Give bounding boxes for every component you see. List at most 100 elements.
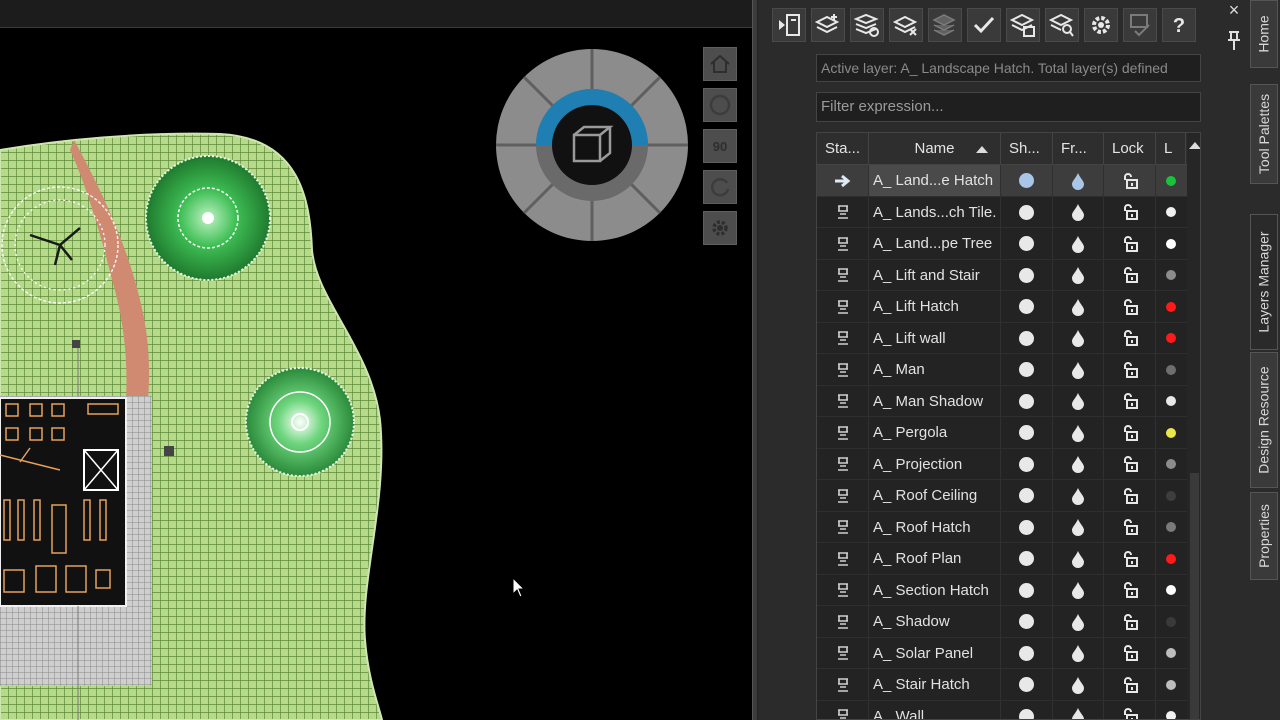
layer-row[interactable]: A_ Wall [817, 700, 1187, 719]
layer-status-cell[interactable] [817, 543, 869, 574]
layer-status-cell[interactable] [817, 259, 869, 291]
layer-status-cell[interactable] [817, 417, 869, 448]
layer-status-cell[interactable] [817, 196, 869, 228]
layer-states-button[interactable] [772, 8, 806, 42]
tab-tool-palettes[interactable]: Tool Palettes [1250, 84, 1278, 184]
layer-color-cell[interactable] [1156, 512, 1186, 543]
layer-status-cell[interactable] [817, 448, 869, 480]
layer-name-cell[interactable]: A_ Roof Plan [869, 543, 1001, 574]
layer-lock-cell[interactable] [1104, 165, 1156, 196]
layer-table-scrollbar[interactable] [1187, 133, 1200, 719]
layer-status-cell[interactable] [817, 606, 869, 637]
tab-properties[interactable]: Properties [1250, 492, 1278, 580]
layer-show-cell[interactable] [1001, 669, 1053, 700]
find-layer-button[interactable] [1045, 8, 1079, 42]
zoom-level-button[interactable]: 90 [703, 129, 737, 163]
layer-row[interactable]: A_ Man [817, 354, 1187, 386]
layer-freeze-cell[interactable] [1053, 511, 1104, 543]
layer-color-cell[interactable] [1156, 197, 1186, 228]
layer-lock-cell[interactable] [1104, 543, 1156, 574]
layer-show-cell[interactable] [1001, 322, 1053, 354]
layer-show-cell[interactable] [1001, 543, 1053, 574]
drawing-canvas[interactable]: 90 [0, 0, 752, 720]
help-button[interactable]: ? [1162, 8, 1196, 42]
layer-show-cell[interactable] [1001, 165, 1053, 196]
layer-freeze-cell[interactable] [1053, 228, 1104, 259]
layer-show-cell[interactable] [1001, 354, 1053, 385]
layer-freeze-cell[interactable] [1053, 417, 1104, 448]
layer-apply-button[interactable] [1123, 8, 1157, 42]
layer-color-cell[interactable] [1156, 701, 1186, 719]
layer-lock-cell[interactable] [1104, 196, 1156, 228]
layer-name-cell[interactable]: A_ Man [869, 354, 1001, 385]
layer-row[interactable]: A_ Land...e Hatch [817, 165, 1187, 197]
layer-status-cell[interactable] [817, 165, 869, 196]
layer-lock-cell[interactable] [1104, 574, 1156, 606]
layer-row[interactable]: A_ Roof Hatch [817, 511, 1187, 543]
layer-color-cell[interactable] [1156, 323, 1186, 354]
layer-show-cell[interactable] [1001, 700, 1053, 719]
layer-status-cell[interactable] [817, 637, 869, 669]
layer-color-cell[interactable] [1156, 480, 1186, 511]
layer-name-cell[interactable]: A_ Roof Ceiling [869, 480, 1001, 511]
layer-properties-button[interactable] [1006, 8, 1040, 42]
layer-lock-cell[interactable] [1104, 322, 1156, 354]
layer-status-cell[interactable] [817, 511, 869, 543]
layer-disabled-button[interactable] [928, 8, 962, 42]
layer-row[interactable]: A_ Lift and Stair [817, 259, 1187, 291]
layer-color-cell[interactable] [1156, 228, 1186, 259]
layer-freeze-cell[interactable] [1053, 574, 1104, 606]
layer-lock-cell[interactable] [1104, 669, 1156, 700]
layer-freeze-cell[interactable] [1053, 669, 1104, 700]
rotate-button[interactable] [703, 170, 737, 204]
layer-freeze-cell[interactable] [1053, 322, 1104, 354]
layer-freeze-cell[interactable] [1053, 196, 1104, 228]
layer-show-cell[interactable] [1001, 606, 1053, 637]
layer-freeze-cell[interactable] [1053, 354, 1104, 385]
layer-lock-cell[interactable] [1104, 480, 1156, 511]
layer-row[interactable]: A_ Land...pe Tree [817, 228, 1187, 260]
layer-name-cell[interactable]: A_ Pergola [869, 417, 1001, 448]
new-layer-vp-frozen-button[interactable] [850, 8, 884, 42]
layer-show-cell[interactable] [1001, 574, 1053, 606]
layer-freeze-cell[interactable] [1053, 291, 1104, 322]
layer-status-cell[interactable] [817, 354, 869, 385]
layer-freeze-cell[interactable] [1053, 448, 1104, 480]
layer-name-cell[interactable]: A_ Wall [869, 700, 1001, 719]
layer-name-cell[interactable]: A_ Land...pe Tree [869, 228, 1001, 259]
layer-freeze-cell[interactable] [1053, 637, 1104, 669]
layer-lock-cell[interactable] [1104, 700, 1156, 719]
new-layer-button[interactable] [811, 8, 845, 42]
layer-name-cell[interactable]: A_ Solar Panel [869, 637, 1001, 669]
layer-show-cell[interactable] [1001, 511, 1053, 543]
layer-name-cell[interactable]: A_ Shadow [869, 606, 1001, 637]
tab-design-resource[interactable]: Design Resource [1250, 352, 1278, 488]
layer-row[interactable]: A_ Shadow [817, 606, 1187, 638]
scroll-thumb[interactable] [1190, 473, 1199, 719]
layer-color-cell[interactable] [1156, 260, 1186, 291]
layer-name-cell[interactable]: A_ Stair Hatch [869, 669, 1001, 700]
layer-color-cell[interactable] [1156, 669, 1186, 700]
layer-show-cell[interactable] [1001, 228, 1053, 259]
layer-lock-cell[interactable] [1104, 228, 1156, 259]
close-palette-button[interactable]: × [1226, 0, 1242, 20]
layer-status-cell[interactable] [817, 228, 869, 259]
filter-input[interactable]: Filter expression... [816, 92, 1201, 122]
column-header-line-color[interactable]: L [1156, 133, 1186, 165]
layer-lock-cell[interactable] [1104, 417, 1156, 448]
delete-layer-button[interactable] [889, 8, 923, 42]
layer-show-cell[interactable] [1001, 417, 1053, 448]
layer-lock-cell[interactable] [1104, 354, 1156, 385]
layer-color-cell[interactable] [1156, 638, 1186, 669]
layer-row[interactable]: A_ Roof Plan [817, 543, 1187, 575]
layer-show-cell[interactable] [1001, 259, 1053, 291]
layer-status-cell[interactable] [817, 574, 869, 606]
layer-status-cell[interactable] [817, 480, 869, 511]
layer-row[interactable]: A_ Lift Hatch [817, 291, 1187, 323]
orbit-button[interactable] [703, 88, 737, 122]
layer-name-cell[interactable]: A_ Roof Hatch [869, 511, 1001, 543]
layer-show-cell[interactable] [1001, 291, 1053, 322]
layer-color-cell[interactable] [1156, 449, 1186, 480]
layer-row[interactable]: A_ Pergola [817, 417, 1187, 449]
layer-row[interactable]: A_ Solar Panel [817, 637, 1187, 669]
